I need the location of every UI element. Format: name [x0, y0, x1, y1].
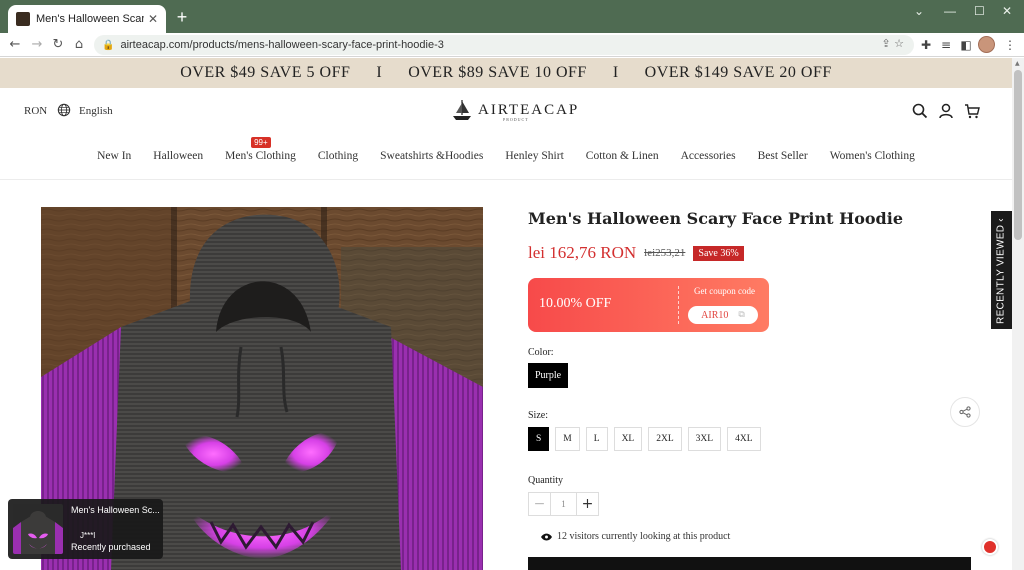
promo-separator: I [376, 64, 383, 81]
reload-icon[interactable]: ↻ [49, 36, 67, 54]
main-menu: New In Halloween Men's Clothing 99+ Clot… [0, 137, 1012, 162]
tab-title: Men's Halloween Scary Face Prin [36, 13, 144, 25]
page-scrollbar[interactable]: ▲ [1012, 58, 1024, 570]
extensions-icon[interactable]: ✚ [918, 37, 934, 53]
size-option-xl[interactable]: XL [613, 427, 643, 451]
quantity-stepper: − 1 + [528, 492, 599, 516]
cart-icon[interactable] [964, 103, 980, 119]
product-title: Men's Halloween Scary Face Print Hoodie [528, 209, 903, 228]
globe-icon[interactable] [57, 103, 71, 117]
size-option-4xl[interactable]: 4XL [727, 427, 761, 451]
scroll-thumb[interactable] [1014, 70, 1022, 240]
recently-viewed-tab[interactable]: RECENTLY VIEWED ‹ [991, 211, 1012, 329]
menu-item-mens-clothing[interactable]: Men's Clothing 99+ [225, 137, 296, 162]
price-row: lei 162,76 RON lei253,21 Save 36% [528, 243, 744, 263]
lock-icon: 🔒 [102, 39, 115, 51]
menu-item-womens-clothing[interactable]: Women's Clothing [830, 150, 915, 162]
menu-item-accessories[interactable]: Accessories [681, 150, 736, 162]
language-selector[interactable]: English [79, 105, 113, 117]
copy-coupon-button[interactable]: AIR10 ⧉ [688, 306, 758, 324]
size-option-l[interactable]: L [585, 427, 608, 451]
search-icon[interactable] [912, 103, 928, 119]
maximize-button[interactable]: ☐ [974, 4, 985, 18]
notification-thumbnail [13, 504, 63, 554]
coupon-code: AIR10 [701, 309, 729, 321]
notification-status: Recently purchased [71, 542, 151, 552]
menu-item-label: Men's Clothing [225, 150, 296, 162]
size-option-3xl[interactable]: 3XL [687, 427, 722, 451]
back-icon[interactable]: ← [6, 36, 24, 54]
size-label: Size: [528, 410, 548, 421]
site-logo[interactable]: AIRTEACAP PRODUCT [450, 98, 579, 122]
notification-product: Men's Halloween Sc... [71, 505, 160, 515]
size-options: S M L XL 2XL 3XL 4XL [528, 427, 767, 451]
copy-icon: ⧉ [738, 310, 745, 320]
site-header: RON English AIRTEACAP PRODUCT New In Hal… [0, 88, 1012, 180]
coupon-get-label: Get coupon code [694, 286, 755, 296]
notification-user: J***l [80, 531, 96, 540]
logo-text: AIRTEACAP [478, 101, 580, 118]
original-price: lei253,21 [644, 247, 686, 259]
save-badge: Save 36% [693, 245, 744, 261]
color-option-purple[interactable]: Purple [528, 363, 569, 388]
menu-item-halloween[interactable]: Halloween [153, 150, 203, 162]
add-to-cart-button[interactable] [528, 557, 971, 570]
sidepanel-icon[interactable]: ◧ [958, 37, 974, 53]
favicon-icon [16, 12, 30, 26]
chat-support-icon[interactable] [982, 539, 998, 555]
promo-banner: OVER $49 SAVE 5 OFF I OVER $89 SAVE 10 O… [0, 58, 1012, 88]
new-tab-button[interactable]: + [172, 7, 192, 27]
scroll-up-icon[interactable]: ▲ [1015, 60, 1020, 67]
browser-toolbar: ← → ↻ ⌂ 🔒 airteacap.com/products/mens-ha… [0, 33, 1024, 57]
recently-viewed-label: RECENTLY VIEWED ‹ [995, 218, 1007, 324]
menu-item-new-in[interactable]: New In [97, 150, 131, 162]
browser-tab[interactable]: Men's Halloween Scary Face Prin ✕ [8, 5, 166, 33]
size-option-m[interactable]: M [555, 427, 580, 451]
browser-titlebar: Men's Halloween Scary Face Prin ✕ + ⌄ — … [0, 0, 1024, 33]
decrease-quantity-button[interactable]: − [528, 492, 551, 516]
home-icon[interactable]: ⌂ [70, 36, 88, 54]
share-page-icon[interactable]: ⇪ ☆ [881, 37, 904, 50]
url-text: airteacap.com/products/mens-halloween-sc… [120, 39, 444, 51]
visitors-notice: 12 visitors currently looking at this pr… [541, 531, 730, 542]
new-count-badge: 99+ [251, 137, 271, 148]
profile-avatar[interactable] [978, 36, 995, 53]
quantity-label: Quantity [528, 475, 563, 486]
logo-subtext: PRODUCT [503, 117, 529, 122]
menu-item-clothing[interactable]: Clothing [318, 150, 358, 162]
close-window-button[interactable]: ✕ [1002, 4, 1012, 18]
ship-logo-icon [453, 100, 471, 120]
promo-offer-2: OVER $89 SAVE 10 OFF [408, 64, 587, 81]
menu-item-cotton-linen[interactable]: Cotton & Linen [586, 150, 659, 162]
visitors-text: 12 visitors currently looking at this pr… [557, 531, 731, 542]
account-icon[interactable] [938, 103, 954, 119]
tab-search-icon[interactable]: ⌄ [914, 4, 924, 18]
menu-icon[interactable]: ⋮ [1002, 37, 1018, 53]
address-bar[interactable]: 🔒 airteacap.com/products/mens-halloween-… [94, 35, 914, 55]
promo-separator: I [612, 64, 619, 81]
purchase-notification[interactable]: Men's Halloween Sc... J***l Recently pur… [8, 499, 163, 559]
coupon-discount: 10.00% OFF [539, 296, 612, 311]
share-button[interactable] [950, 397, 980, 427]
currency-selector[interactable]: RON [24, 105, 47, 117]
eye-icon [541, 533, 552, 540]
coupon-divider [678, 286, 679, 324]
menu-item-best-seller[interactable]: Best Seller [758, 150, 808, 162]
increase-quantity-button[interactable]: + [576, 492, 599, 516]
promo-offer-1: OVER $49 SAVE 5 OFF [180, 64, 351, 81]
minimize-button[interactable]: — [944, 4, 956, 18]
menu-item-henley-shirt[interactable]: Henley Shirt [505, 150, 563, 162]
quantity-input[interactable]: 1 [551, 492, 576, 516]
size-option-2xl[interactable]: 2XL [648, 427, 682, 451]
color-label: Color: [528, 347, 554, 358]
share-icon [959, 406, 971, 418]
menu-item-sweatshirts[interactable]: Sweatshirts &Hoodies [380, 150, 483, 162]
close-tab-icon[interactable]: ✕ [148, 12, 158, 26]
size-option-s[interactable]: S [528, 427, 550, 451]
coupon-card: 10.00% OFF Get coupon code AIR10 ⧉ [528, 278, 769, 332]
sale-price: lei 162,76 RON [528, 243, 637, 262]
promo-offer-3: OVER $149 SAVE 20 OFF [644, 64, 832, 81]
media-icon[interactable]: ≡ [938, 37, 954, 53]
forward-icon[interactable]: → [28, 36, 46, 54]
